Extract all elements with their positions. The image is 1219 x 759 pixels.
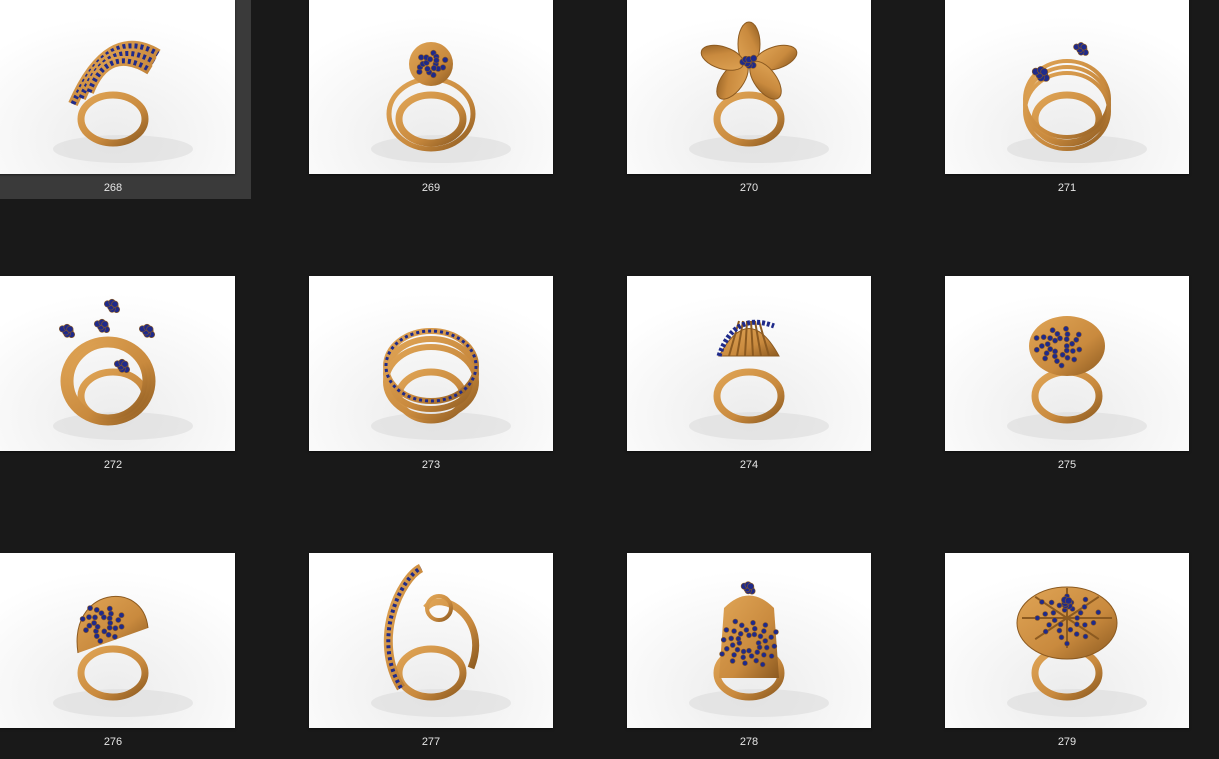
thumbnail-caption: 271 bbox=[1057, 182, 1077, 194]
thumbnail-caption: 270 bbox=[739, 182, 759, 194]
ring-thumbnail-image[interactable] bbox=[309, 0, 553, 174]
thumbnail-item[interactable]: 269 bbox=[309, 0, 554, 199]
ring-thumbnail-image[interactable] bbox=[945, 276, 1189, 451]
ring-thumbnail-image[interactable] bbox=[627, 553, 871, 728]
thumbnail-item[interactable]: 270 bbox=[627, 0, 872, 199]
thumbnail-grid: 268 269 270 271 272 273 274 275 276 277 278 279 bbox=[0, 0, 1219, 759]
thumbnail-caption: 275 bbox=[1057, 459, 1077, 471]
thumbnail-caption: 273 bbox=[421, 459, 441, 471]
thumbnail-caption: 268 bbox=[103, 182, 123, 194]
thumbnail-item[interactable]: 273 bbox=[309, 276, 554, 476]
thumbnail-item[interactable]: 277 bbox=[309, 553, 554, 753]
thumbnail-item[interactable]: 274 bbox=[627, 276, 872, 476]
thumbnail-item[interactable]: 268 bbox=[0, 0, 251, 199]
thumbnail-caption: 269 bbox=[421, 182, 441, 194]
ring-thumbnail-image[interactable] bbox=[945, 553, 1189, 728]
thumbnail-caption: 276 bbox=[103, 736, 123, 748]
ring-thumbnail-image[interactable] bbox=[627, 276, 871, 451]
thumbnail-item[interactable]: 276 bbox=[0, 553, 236, 753]
ring-thumbnail-image[interactable] bbox=[0, 276, 235, 451]
thumbnail-caption: 277 bbox=[421, 736, 441, 748]
thumbnail-caption: 279 bbox=[1057, 736, 1077, 748]
thumbnail-caption: 272 bbox=[103, 459, 123, 471]
thumbnail-caption: 278 bbox=[739, 736, 759, 748]
thumbnail-caption: 274 bbox=[739, 459, 759, 471]
ring-thumbnail-image[interactable] bbox=[0, 553, 235, 728]
ring-thumbnail-image[interactable] bbox=[945, 0, 1189, 174]
thumbnail-item[interactable]: 279 bbox=[945, 553, 1190, 753]
thumbnail-item[interactable]: 272 bbox=[0, 276, 236, 476]
ring-thumbnail-image[interactable] bbox=[0, 0, 235, 174]
thumbnail-item[interactable]: 271 bbox=[945, 0, 1190, 199]
thumbnail-item[interactable]: 278 bbox=[627, 553, 872, 753]
thumbnail-item[interactable]: 275 bbox=[945, 276, 1190, 476]
ring-thumbnail-image[interactable] bbox=[309, 553, 553, 728]
ring-thumbnail-image[interactable] bbox=[627, 0, 871, 174]
ring-thumbnail-image[interactable] bbox=[309, 276, 553, 451]
